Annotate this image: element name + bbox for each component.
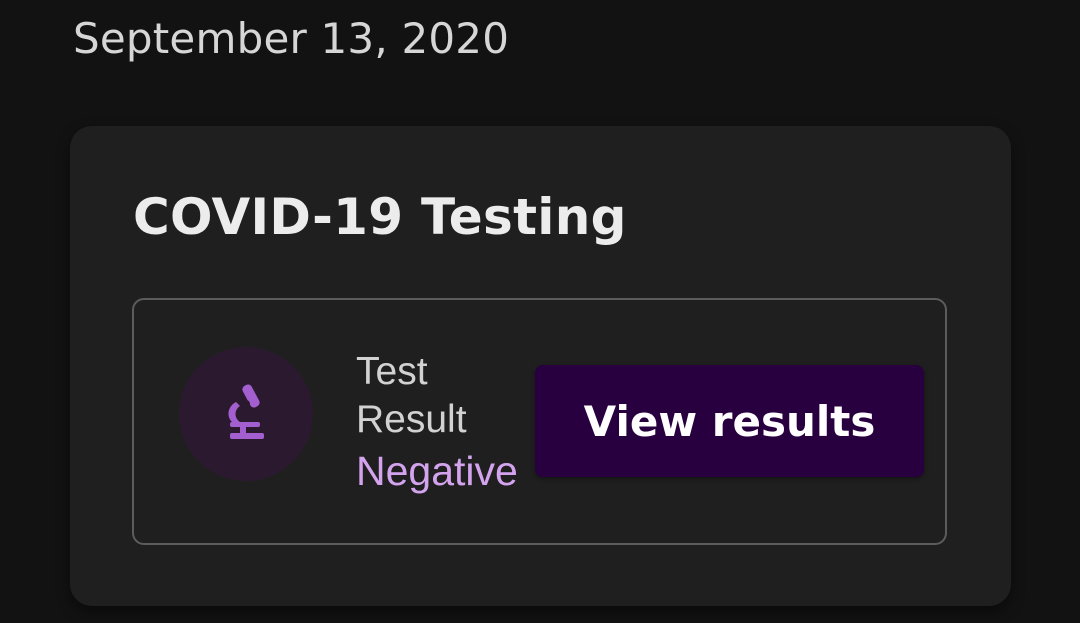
test-result-info: Test Result Negative <box>356 348 546 498</box>
test-result-box: Test Result Negative View results <box>132 298 947 545</box>
test-result-value: Negative <box>356 448 518 494</box>
view-results-button[interactable]: View results <box>535 365 924 477</box>
date-header: September 13, 2020 <box>73 14 510 63</box>
test-result-label-line2: Result <box>356 398 467 441</box>
card-title: COVID-19 Testing <box>133 188 627 246</box>
covid-testing-card: COVID-19 Testing Test Result Negative Vi… <box>70 126 1011 606</box>
test-result-label-line1: Test <box>356 350 428 393</box>
microscope-icon <box>222 382 270 446</box>
microscope-icon-badge <box>179 347 313 481</box>
